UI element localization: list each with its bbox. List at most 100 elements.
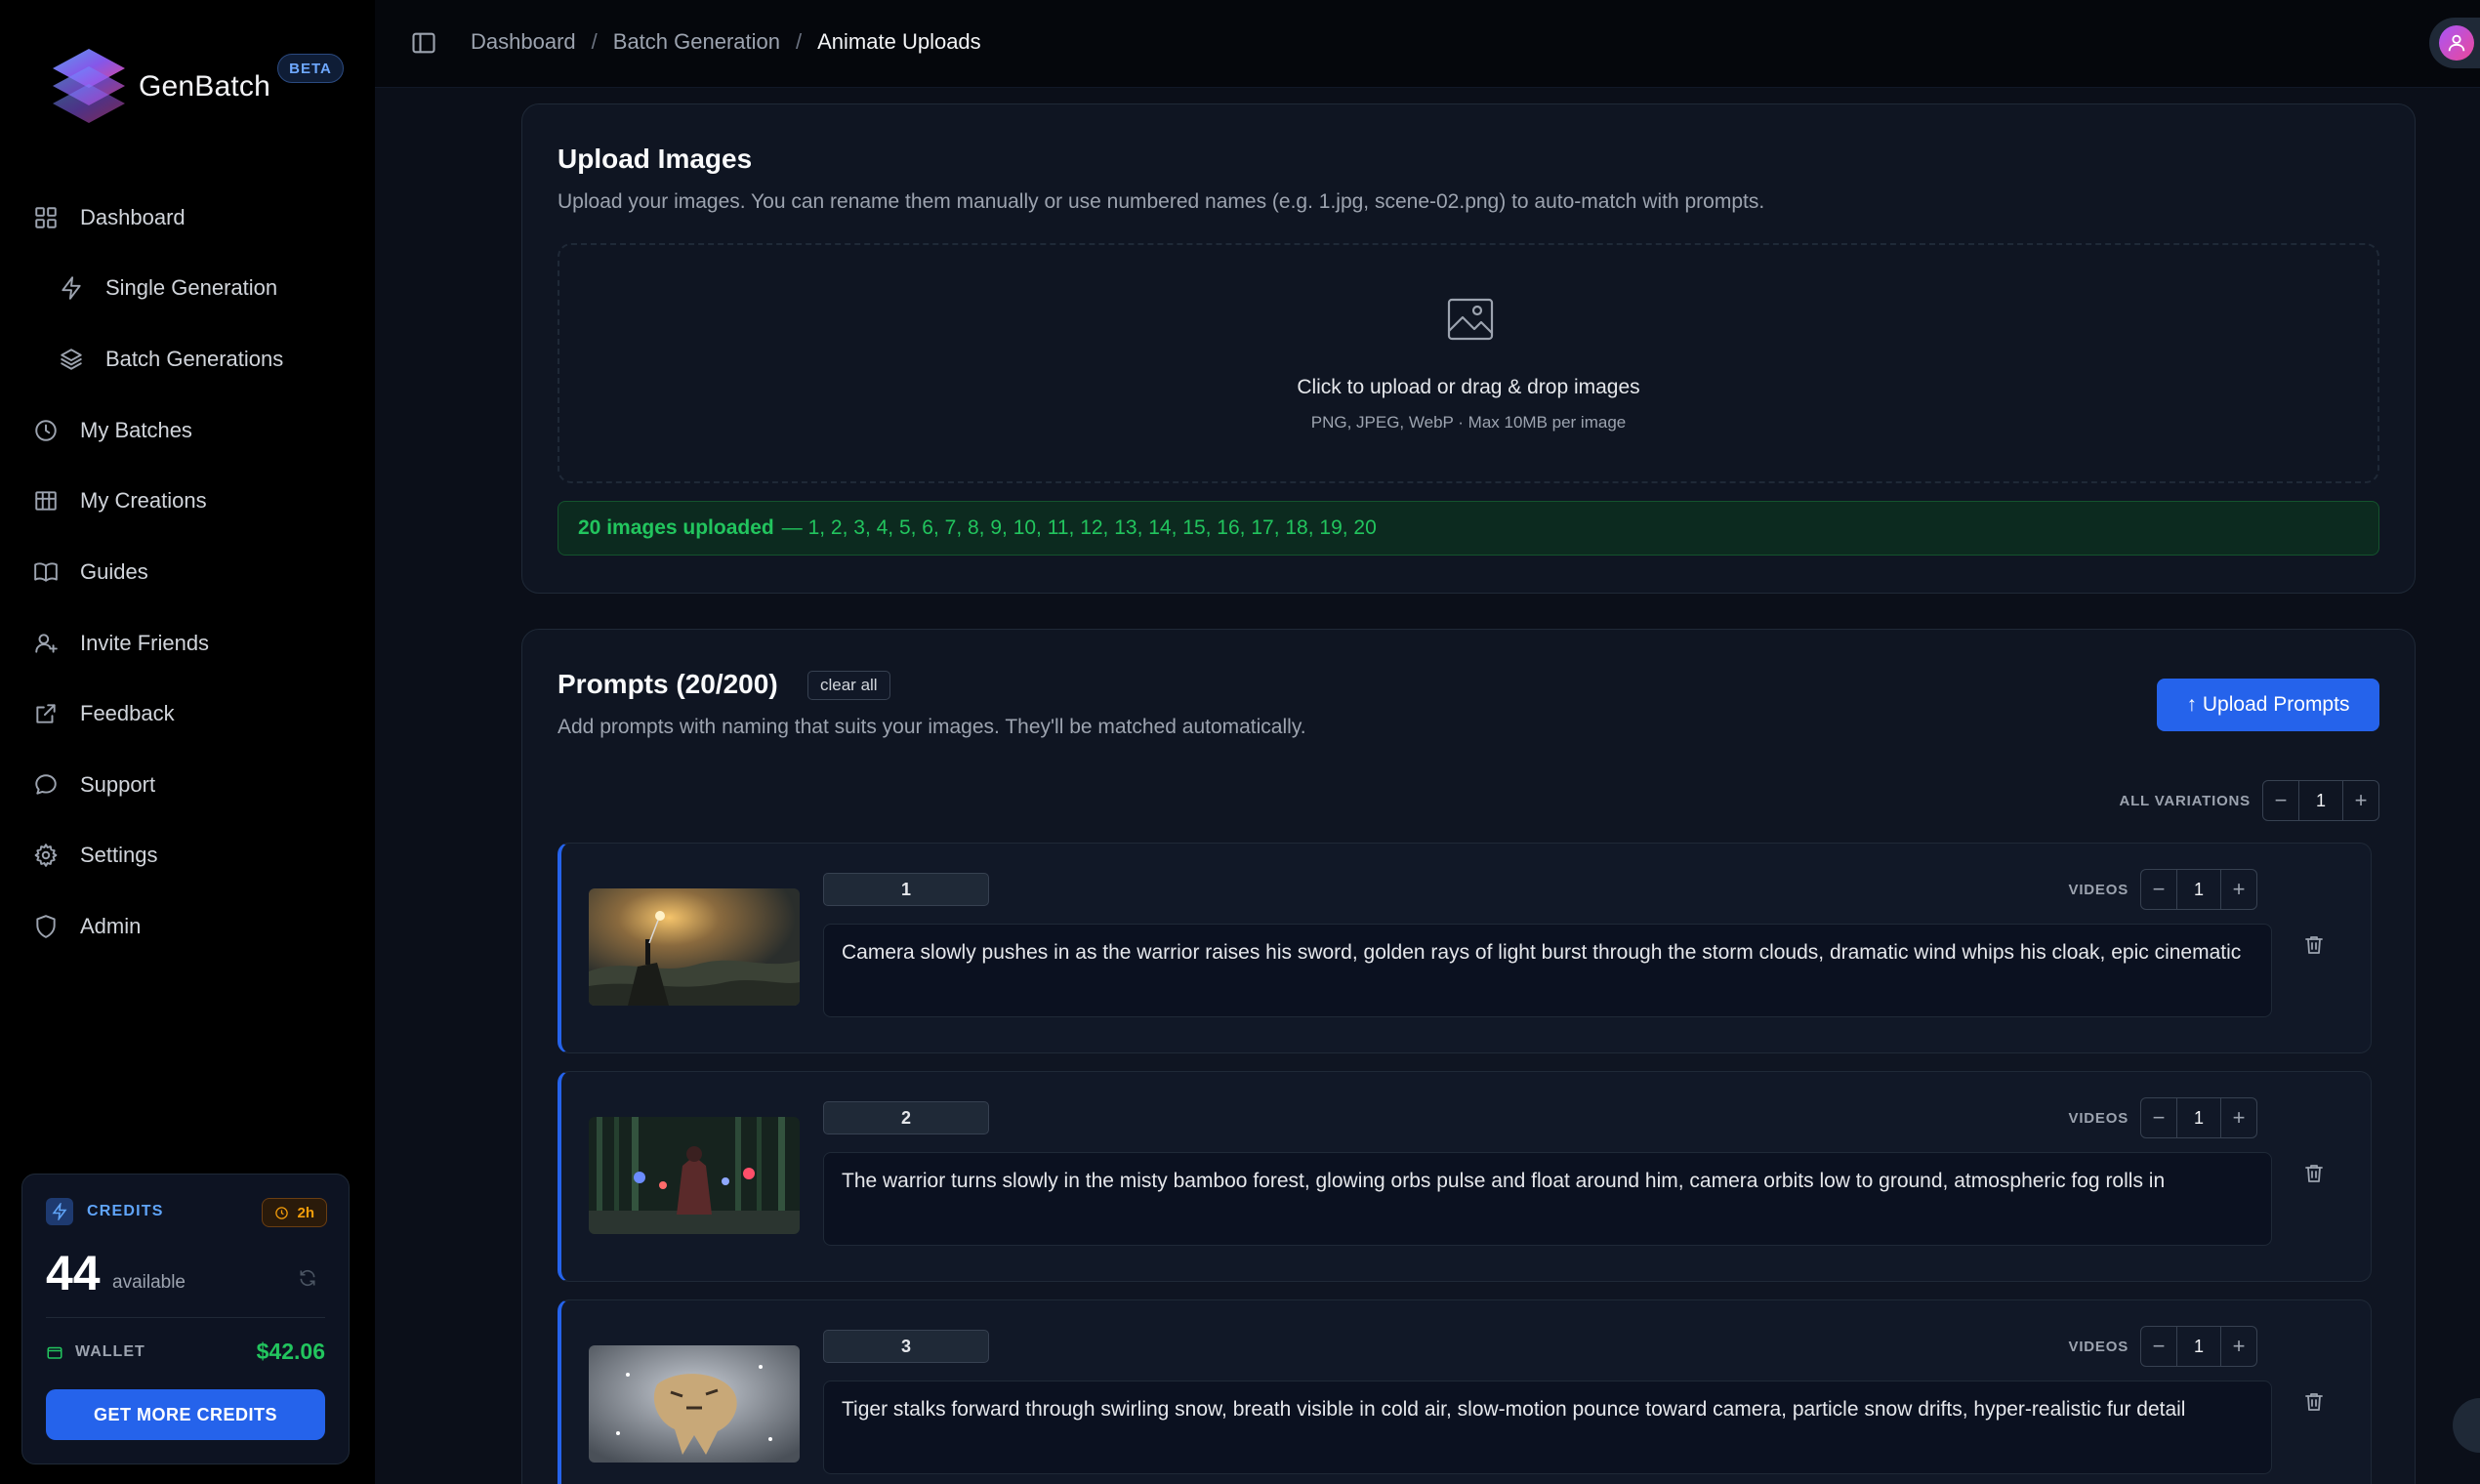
sidebar-item-label: Admin bbox=[80, 914, 142, 938]
prompt-textarea[interactable]: Camera slowly pushes in as the warrior r… bbox=[823, 924, 2272, 1017]
sidebar-item-my-batches[interactable]: My Batches bbox=[31, 408, 192, 453]
videos-stepper: − 1 + bbox=[2140, 1097, 2257, 1138]
avatar-button[interactable] bbox=[2429, 18, 2480, 68]
shield-icon bbox=[31, 912, 61, 941]
sidebar-item-label: My Batches bbox=[80, 418, 192, 442]
sidebar-toggle-icon[interactable] bbox=[410, 29, 439, 59]
all-variations-label: ALL VARIATIONS bbox=[2119, 792, 2251, 809]
videos-value[interactable]: 1 bbox=[2176, 1098, 2221, 1137]
videos-value[interactable]: 1 bbox=[2176, 1327, 2221, 1366]
sidebar-item-label: Feedback bbox=[80, 701, 175, 725]
videos-label: VIDEOS bbox=[2068, 881, 2129, 898]
breadcrumb: Dashboard / Batch Generation / Animate U… bbox=[471, 29, 981, 55]
dropzone-title: Click to upload or drag & drop images bbox=[1297, 376, 1640, 398]
wallet-row: WALLET $42.06 bbox=[46, 1339, 325, 1365]
sidebar-item-support[interactable]: Support bbox=[31, 763, 155, 807]
film-icon bbox=[31, 486, 61, 515]
sidebar-item-guides[interactable]: Guides bbox=[31, 550, 148, 595]
prompt-row: 2 VIDEOS − 1 + The warrior turns slowly … bbox=[558, 1071, 2372, 1282]
trash-icon[interactable] bbox=[2302, 1162, 2328, 1187]
wallet-label: WALLET bbox=[75, 1342, 145, 1360]
gear-icon bbox=[31, 841, 61, 870]
layers-icon bbox=[57, 345, 86, 374]
prompt-name-input[interactable]: 2 bbox=[823, 1101, 989, 1134]
bolt-icon bbox=[46, 1198, 73, 1225]
increment-button[interactable]: + bbox=[2343, 781, 2378, 820]
decrement-button[interactable]: − bbox=[2141, 1327, 2176, 1366]
logo[interactable]: GenBatch bbox=[47, 43, 270, 131]
sidebar-item-label: Settings bbox=[80, 843, 158, 867]
prompt-row: 3 VIDEOS − 1 + Tiger stalks forward thro… bbox=[558, 1299, 2372, 1484]
credits-header: CREDITS bbox=[46, 1198, 164, 1225]
sidebar-item-label: Single Generation bbox=[105, 275, 278, 300]
breadcrumb-separator: / bbox=[796, 29, 803, 54]
thumbnail-image bbox=[589, 888, 800, 1006]
image-dropzone[interactable]: Click to upload or drag & drop images PN… bbox=[558, 243, 2379, 483]
sidebar-item-feedback[interactable]: Feedback bbox=[31, 691, 175, 736]
all-variations-control: ALL VARIATIONS − 1 + bbox=[2119, 780, 2379, 821]
prompt-name-input[interactable]: 3 bbox=[823, 1330, 989, 1363]
videos-control: VIDEOS − 1 + bbox=[2069, 1326, 2257, 1367]
decrement-button[interactable]: − bbox=[2141, 1098, 2176, 1137]
clock-icon bbox=[275, 1206, 289, 1219]
breadcrumb-batch-generation[interactable]: Batch Generation bbox=[613, 29, 780, 55]
time-badge: 2h bbox=[262, 1198, 327, 1227]
videos-stepper: − 1 + bbox=[2140, 1326, 2257, 1367]
videos-value[interactable]: 1 bbox=[2176, 870, 2221, 909]
videos-label: VIDEOS bbox=[2068, 1109, 2129, 1127]
credits-amount: 44 bbox=[46, 1246, 101, 1300]
dropzone-subtitle: PNG, JPEG, WebP · Max 10MB per image bbox=[1310, 413, 1627, 432]
upload-prompts-button[interactable]: ↑ Upload Prompts bbox=[2157, 679, 2379, 731]
user-icon bbox=[2448, 34, 2465, 52]
upload-description: Upload your images. You can rename them … bbox=[558, 190, 1765, 213]
uploaded-list: — 1, 2, 3, 4, 5, 6, 7, 8, 9, 10, 11, 12,… bbox=[781, 516, 1377, 539]
wallet-value: $42.06 bbox=[256, 1339, 325, 1364]
sidebar-item-settings[interactable]: Settings bbox=[31, 833, 158, 878]
sidebar-item-single-generation[interactable]: Single Generation bbox=[57, 266, 277, 310]
floating-widget-button[interactable] bbox=[2453, 1398, 2480, 1453]
increment-button[interactable]: + bbox=[2221, 1327, 2256, 1366]
wallet-icon bbox=[47, 1346, 62, 1359]
trash-icon[interactable] bbox=[2302, 1390, 2328, 1416]
uploaded-status: 20 images uploaded — 1, 2, 3, 4, 5, 6, 7… bbox=[558, 501, 2379, 556]
sidebar-item-dashboard[interactable]: Dashboard bbox=[31, 195, 186, 240]
decrement-button[interactable]: − bbox=[2141, 870, 2176, 909]
prompt-name-input[interactable]: 1 bbox=[823, 873, 989, 906]
prompt-textarea[interactable]: Tiger stalks forward through swirling sn… bbox=[823, 1381, 2272, 1474]
thumbnail-image bbox=[589, 1345, 800, 1463]
prompt-textarea[interactable]: The warrior turns slowly in the misty ba… bbox=[823, 1152, 2272, 1246]
sidebar-item-admin[interactable]: Admin bbox=[31, 904, 141, 949]
book-icon bbox=[31, 557, 61, 587]
upload-title: Upload Images bbox=[558, 144, 753, 174]
bolt-icon bbox=[57, 273, 86, 303]
sidebar-item-label: Support bbox=[80, 772, 156, 797]
sidebar: GenBatch BETA Dashboard Single Generatio… bbox=[0, 0, 375, 1484]
sidebar-item-label: Dashboard bbox=[80, 205, 186, 229]
user-plus-icon bbox=[31, 629, 61, 658]
sidebar-item-invite-friends[interactable]: Invite Friends bbox=[31, 621, 209, 666]
sidebar-item-label: Batch Generations bbox=[105, 347, 284, 371]
time-badge-text: 2h bbox=[297, 1204, 314, 1221]
decrement-button[interactable]: − bbox=[2263, 781, 2298, 820]
breadcrumb-current: Animate Uploads bbox=[817, 29, 981, 54]
top-bar: Dashboard / Batch Generation / Animate U… bbox=[375, 0, 2480, 88]
increment-button[interactable]: + bbox=[2221, 1098, 2256, 1137]
get-more-credits-button[interactable]: GET MORE CREDITS bbox=[46, 1389, 325, 1440]
videos-control: VIDEOS − 1 + bbox=[2069, 869, 2257, 910]
sidebar-item-batch-generations[interactable]: Batch Generations bbox=[57, 337, 283, 382]
all-variations-value[interactable]: 1 bbox=[2298, 781, 2343, 820]
avatar bbox=[2439, 25, 2474, 61]
credits-available-label: available bbox=[112, 1272, 186, 1293]
clear-all-button[interactable]: clear all bbox=[807, 671, 890, 700]
prompts-title: Prompts (20/200) bbox=[558, 669, 778, 699]
increment-button[interactable]: + bbox=[2221, 870, 2256, 909]
breadcrumb-separator: / bbox=[591, 29, 598, 54]
breadcrumb-dashboard[interactable]: Dashboard bbox=[471, 29, 576, 55]
sidebar-item-my-creations[interactable]: My Creations bbox=[31, 478, 207, 523]
refresh-icon[interactable] bbox=[298, 1268, 319, 1290]
uploaded-count: 20 images uploaded bbox=[578, 516, 774, 539]
clock-icon bbox=[31, 416, 61, 445]
videos-label: VIDEOS bbox=[2068, 1338, 2129, 1355]
trash-icon[interactable] bbox=[2302, 933, 2328, 959]
external-link-icon bbox=[31, 699, 61, 728]
